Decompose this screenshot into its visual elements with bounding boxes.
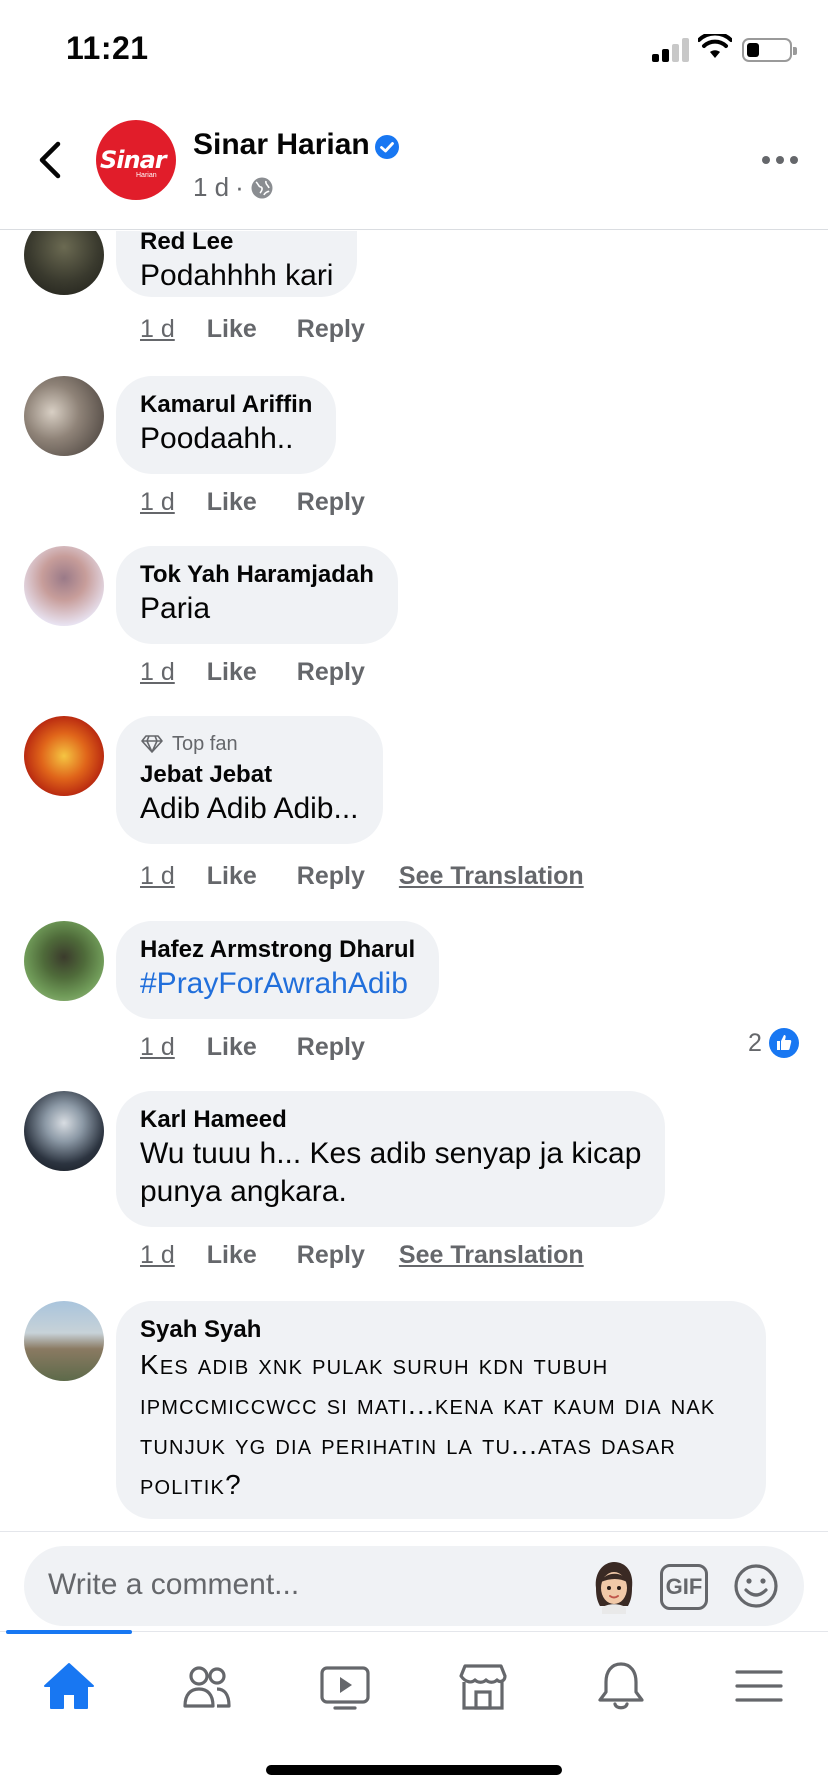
avatar[interactable] — [24, 1091, 104, 1171]
comment-text: Kes adib xnk pulak suruh kdn tubuh ipmcc… — [140, 1349, 716, 1500]
home-indicator[interactable] — [266, 1765, 562, 1775]
status-bar: 11:21 — [0, 0, 828, 100]
comment-time[interactable]: 1 d — [140, 862, 175, 891]
status-time: 11:21 — [66, 30, 149, 66]
comment-text: Podahhhh kari — [140, 259, 334, 292]
comment-placeholder: Write a comment... — [48, 1568, 300, 1601]
menu-icon[interactable] — [729, 1656, 789, 1716]
wifi-icon — [698, 34, 732, 58]
comment-author[interactable]: Red Lee — [140, 231, 333, 257]
emoji-icon[interactable] — [732, 1562, 780, 1610]
avatar[interactable] — [24, 716, 104, 796]
top-fan-label: Top fan — [172, 733, 238, 755]
see-translation-link[interactable]: See Translation — [399, 1241, 584, 1270]
page-avatar[interactable]: Sinar Harian — [96, 120, 176, 200]
comment-author[interactable]: Hafez Armstrong Dharul — [140, 935, 415, 965]
like-button[interactable]: Like — [207, 315, 257, 344]
like-reaction-icon — [768, 1028, 799, 1058]
comment-author[interactable]: Kamarul Ariffin — [140, 390, 312, 420]
like-button[interactable]: Like — [207, 488, 257, 517]
more-options-icon[interactable] — [760, 150, 800, 170]
reply-button[interactable]: Reply — [297, 1033, 365, 1062]
comment-time[interactable]: 1 d — [140, 488, 175, 517]
comment-actions: 1 d Like Reply — [140, 315, 399, 344]
comment-text: Adib Adib Adib... — [140, 792, 359, 825]
comment-author[interactable]: Syah Syah — [140, 1315, 742, 1345]
like-button[interactable]: Like — [207, 862, 257, 891]
comment-bubble[interactable]: Tok Yah Haramjadah Paria — [116, 546, 398, 644]
hashtag-link[interactable]: #PrayForAwrahAdib — [140, 965, 415, 1003]
page-name[interactable]: Sinar Harian — [193, 128, 370, 162]
avatar[interactable] — [24, 376, 104, 456]
watch-icon[interactable] — [315, 1656, 375, 1716]
notifications-icon[interactable] — [591, 1656, 651, 1716]
like-button[interactable]: Like — [207, 658, 257, 687]
comment-author[interactable]: Tok Yah Haramjadah — [140, 560, 374, 590]
reaction-summary[interactable]: 2 — [748, 1027, 800, 1059]
meta-separator: · — [235, 172, 244, 202]
marketplace-icon[interactable] — [453, 1656, 513, 1716]
avatar[interactable] — [24, 921, 104, 1001]
comment-text: Paria — [140, 592, 211, 625]
comment-author[interactable]: Jebat Jebat — [140, 760, 359, 790]
comment-actions: 1 d Like Reply — [140, 658, 399, 687]
comments-list[interactable]: Red Lee Podahhhh kari 1 d Like Reply Kam… — [0, 231, 828, 1531]
globe-icon — [251, 177, 273, 198]
comment-time[interactable]: 1 d — [140, 1241, 175, 1270]
reply-button[interactable]: Reply — [297, 488, 365, 517]
comment-bubble[interactable]: Karl Hameed Wu tuuu h... Kes adib senyap… — [116, 1091, 666, 1227]
reaction-count: 2 — [748, 1028, 762, 1057]
comment-time[interactable]: 1 d — [140, 1033, 175, 1062]
reply-button[interactable]: Reply — [297, 315, 365, 344]
active-tab-indicator — [6, 1630, 132, 1634]
comment-text: Wu tuuu h... Kes adib senyap ja kicap — [140, 1137, 642, 1170]
avatar-sticker-icon[interactable] — [590, 1558, 638, 1614]
cellular-signal-icon — [652, 38, 690, 62]
comment-bubble[interactable]: Red Lee Podahhhh kari — [116, 231, 358, 297]
reply-button[interactable]: Reply — [297, 862, 365, 891]
friends-icon[interactable] — [177, 1656, 237, 1716]
avatar[interactable] — [24, 231, 104, 295]
comment-time[interactable]: 1 d — [140, 658, 175, 687]
avatar[interactable] — [24, 1301, 104, 1381]
battery-icon — [742, 38, 797, 62]
comment-bubble[interactable]: Hafez Armstrong Dharul #PrayForAwrahAdib — [116, 921, 440, 1019]
comment-text: punya angkara. — [140, 1175, 347, 1208]
comment-bubble[interactable]: Top fan Jebat Jebat Adib Adib Adib... — [116, 716, 383, 844]
comment-composer: Write a comment... GIF — [0, 1531, 828, 1631]
comment-actions: 1 d Like Reply See Translation — [140, 1241, 584, 1270]
reply-button[interactable]: Reply — [297, 658, 365, 687]
reply-button[interactable]: Reply — [297, 1241, 365, 1270]
verified-badge-icon — [375, 135, 399, 159]
like-button[interactable]: Like — [207, 1033, 257, 1062]
top-fan-badge: Top fan — [140, 730, 359, 758]
avatar[interactable] — [24, 546, 104, 626]
logo-text: Sinar — [100, 146, 167, 174]
logo-sub: Harian — [136, 172, 157, 179]
comment-text: Poodaahh.. — [140, 422, 294, 455]
comment-actions: 1 d Like Reply See Translation — [140, 862, 584, 891]
diamond-icon — [141, 735, 163, 753]
comment-actions: 1 d Like Reply — [140, 1033, 399, 1062]
comment-bubble[interactable]: Kamarul Ariffin Poodaahh.. — [116, 376, 337, 474]
back-icon[interactable] — [30, 138, 70, 182]
see-translation-link[interactable]: See Translation — [399, 862, 584, 891]
home-icon[interactable] — [39, 1656, 99, 1716]
tab-bar — [0, 1630, 828, 1792]
like-button[interactable]: Like — [207, 1241, 257, 1270]
post-header: Sinar Harian Sinar Harian 1 d · — [0, 100, 828, 230]
comment-actions: 1 d Like Reply — [140, 488, 399, 517]
gif-icon[interactable]: GIF — [660, 1564, 708, 1610]
comment-input[interactable]: Write a comment... GIF — [24, 1546, 804, 1626]
comment-author[interactable]: Karl Hameed — [140, 1105, 641, 1135]
post-meta: 1 d · — [193, 172, 274, 203]
comment-time[interactable]: 1 d — [140, 315, 175, 344]
comment-bubble[interactable]: Syah Syah Kes adib xnk pulak suruh kdn t… — [116, 1301, 766, 1519]
post-time[interactable]: 1 d — [193, 172, 229, 203]
